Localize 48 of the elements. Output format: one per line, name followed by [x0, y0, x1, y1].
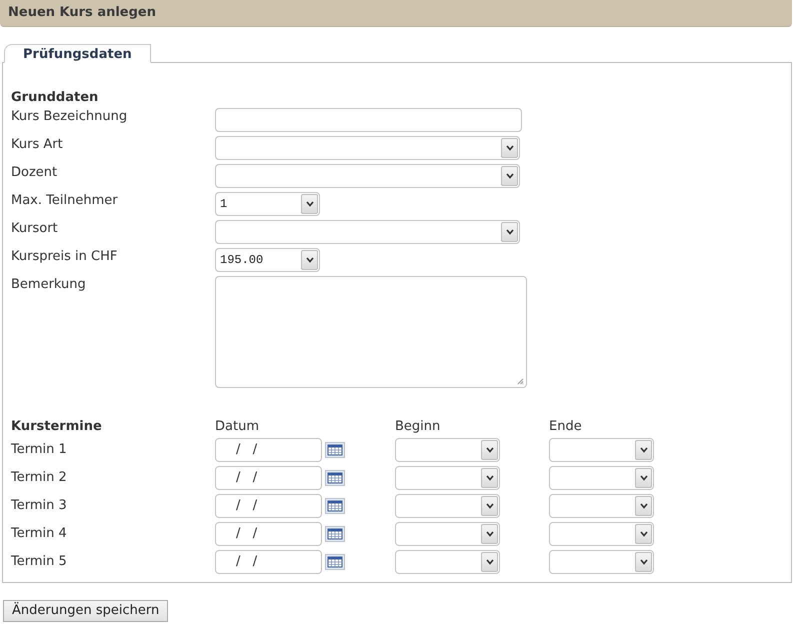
calendar-icon[interactable]: [325, 554, 345, 570]
calendar-icon[interactable]: [325, 442, 345, 458]
row-label: Termin 4: [11, 525, 68, 544]
row-label: Termin 5: [11, 553, 68, 572]
date-field[interactable]: / /: [215, 466, 322, 490]
select-field[interactable]: [395, 466, 500, 490]
select-field[interactable]: [395, 550, 500, 574]
calendar-icon[interactable]: [325, 498, 345, 514]
select-field[interactable]: [395, 522, 500, 546]
select-field[interactable]: 1: [215, 192, 320, 216]
select-field[interactable]: [395, 438, 500, 462]
section-title: Grunddaten: [11, 89, 100, 107]
field-label: Kurs Bezeichnung: [11, 108, 128, 126]
tab[interactable]: Prüfungsdaten: [4, 44, 151, 63]
field-label: Kursort: [11, 220, 59, 238]
field-label: Dozent: [11, 164, 58, 182]
date-field[interactable]: / /: [215, 438, 322, 462]
text-area[interactable]: [215, 276, 527, 388]
date-field[interactable]: / /: [215, 522, 322, 546]
select-field[interactable]: [549, 438, 654, 462]
column-header: Ende: [549, 418, 583, 436]
row-label: Termin 2: [11, 469, 68, 488]
resize-grip-icon: [517, 378, 524, 385]
calendar-icon[interactable]: [325, 470, 345, 486]
date-field[interactable]: / /: [215, 494, 322, 518]
section-title: Kurstermine: [11, 418, 103, 436]
field-label: Max. Teilnehmer: [11, 192, 119, 210]
select-field[interactable]: [549, 550, 654, 574]
field-label: Bemerkung: [11, 276, 87, 294]
select-field[interactable]: [549, 466, 654, 490]
row-label: Termin 3: [11, 497, 68, 516]
field-label: Kurs Art: [11, 136, 64, 154]
column-header: Datum: [215, 418, 260, 436]
select-field[interactable]: [215, 164, 520, 188]
select-field[interactable]: [549, 494, 654, 518]
save-button[interactable]: Änderungen speichern: [3, 600, 168, 622]
select-field[interactable]: [395, 494, 500, 518]
select-field[interactable]: [215, 136, 520, 160]
select-field[interactable]: [215, 220, 520, 244]
select-field[interactable]: [549, 522, 654, 546]
select-field[interactable]: 195.00: [215, 248, 320, 272]
page-title: Neuen Kurs anlegen: [8, 4, 156, 22]
calendar-icon[interactable]: [325, 526, 345, 542]
column-header: Beginn: [395, 418, 442, 436]
field-label: Kurspreis in CHF: [11, 248, 118, 266]
input-field[interactable]: [215, 108, 522, 132]
date-field[interactable]: / /: [215, 550, 322, 574]
row-label: Termin 1: [11, 441, 68, 460]
